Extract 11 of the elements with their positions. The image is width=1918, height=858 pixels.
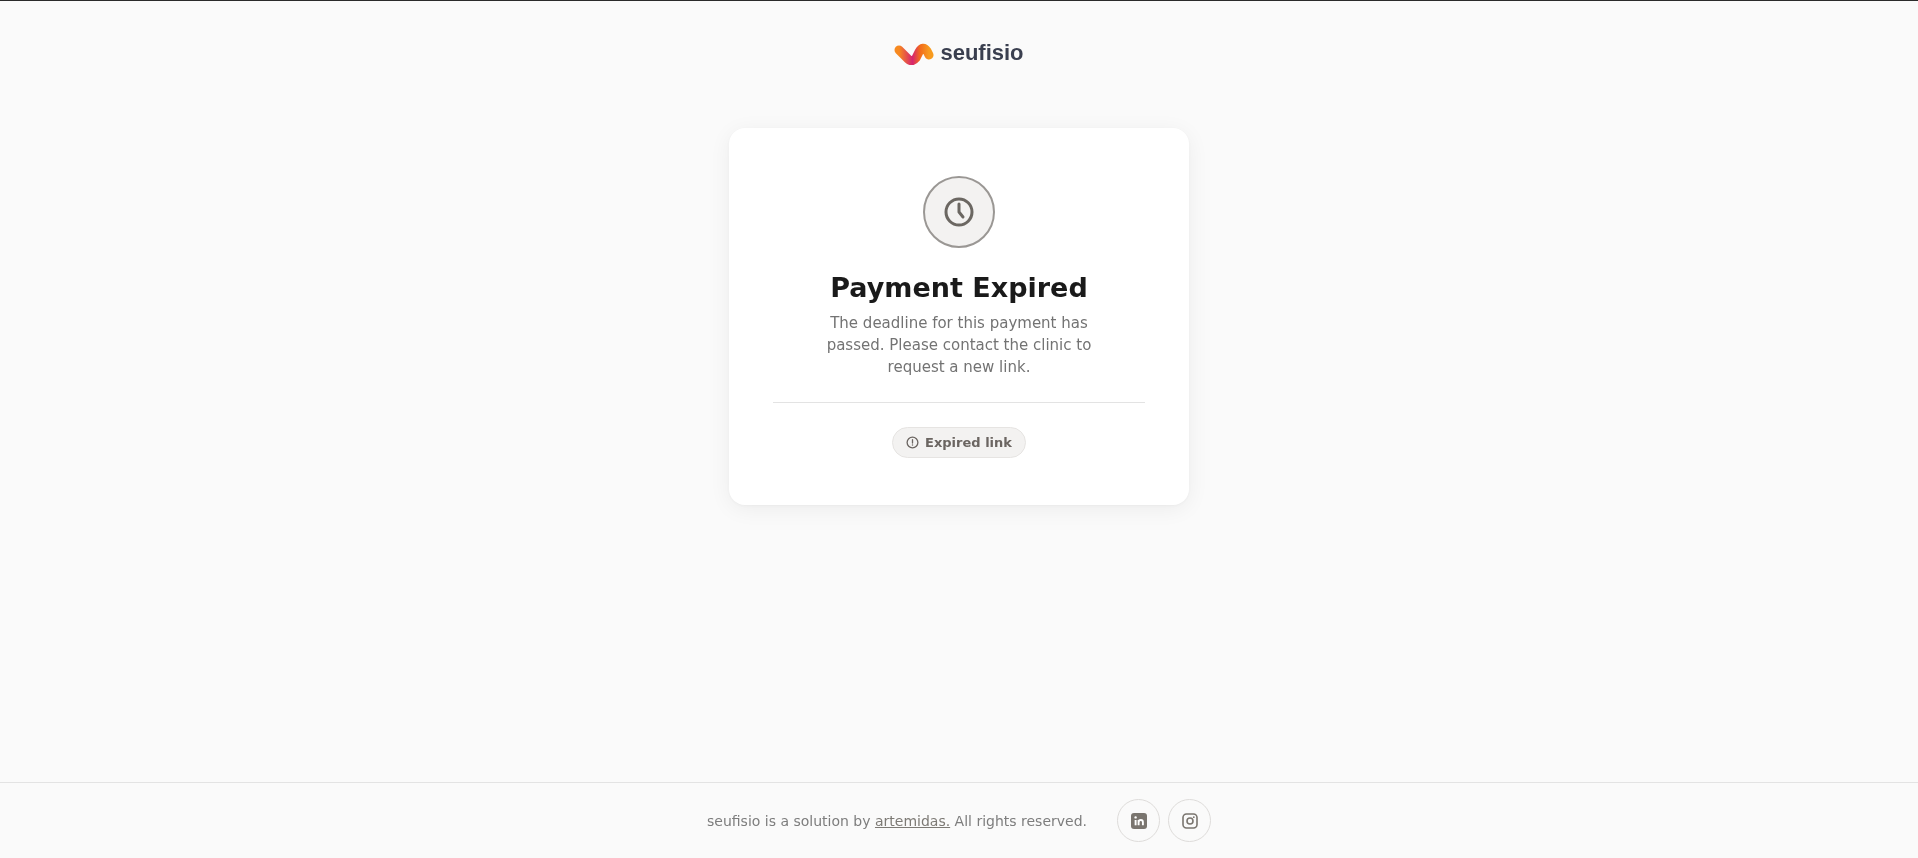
alert-icon — [906, 436, 920, 449]
logo-icon — [894, 41, 935, 65]
logo-text: seufisio — [940, 41, 1024, 65]
card-message: The deadline for this payment has passed. Please contact the clinic to request a new link. — [825, 313, 1093, 378]
clock-icon — [923, 176, 995, 248]
card-title: Payment Expired — [830, 271, 1088, 304]
status-label: Expired link — [925, 435, 1012, 450]
linkedin-icon — [1130, 812, 1147, 829]
company-link[interactable]: artemidas. — [874, 812, 951, 829]
instagram-icon — [1181, 812, 1198, 829]
copyright-text: seufisio is a solution by artemidas. All rights reserved. — [707, 812, 1087, 829]
